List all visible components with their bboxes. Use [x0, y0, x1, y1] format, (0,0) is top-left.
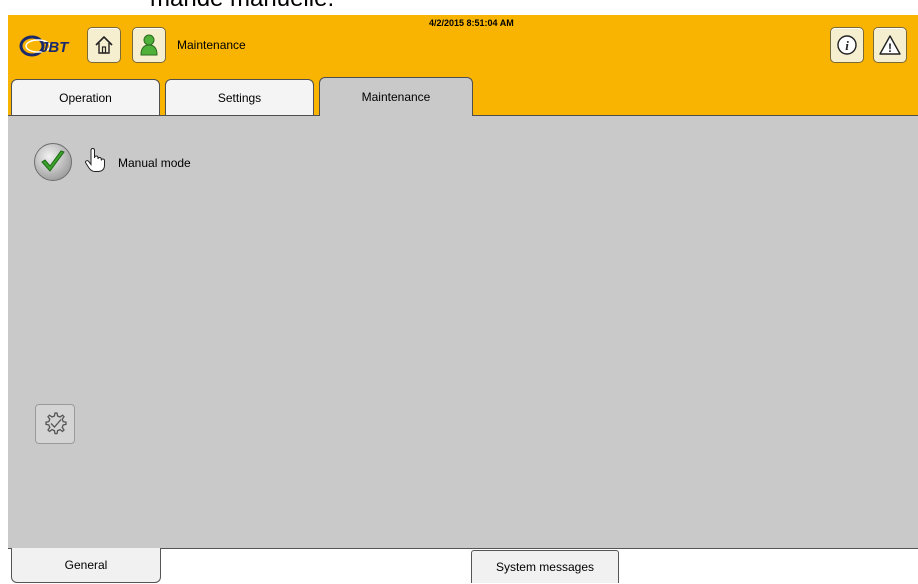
svg-text:i: i: [845, 38, 849, 53]
document-caption: mande manuelle.: [150, 0, 334, 13]
info-icon: i: [837, 35, 857, 55]
hmi-window: JBT Maintenance 4/2/2015 8:51:04 AM i ! …: [8, 15, 918, 584]
home-button[interactable]: [87, 27, 121, 63]
tab-settings[interactable]: Settings: [165, 79, 314, 116]
gear-check-icon: [45, 412, 67, 435]
screen-title: Maintenance: [177, 38, 246, 52]
tab-operation[interactable]: Operation: [11, 79, 160, 116]
hand-pointer-icon: [85, 147, 105, 172]
manual-mode-toggle[interactable]: [33, 142, 73, 182]
bottom-tab-system-messages[interactable]: System messages: [471, 550, 619, 583]
user-icon: [140, 34, 158, 56]
tab-baseline-left: [8, 115, 319, 116]
tab-baseline-right: [473, 115, 918, 116]
svg-text:!: !: [888, 41, 892, 55]
bottom-tab-general[interactable]: General: [11, 548, 161, 583]
settings-gear-button[interactable]: [35, 404, 75, 444]
manual-mode-label: Manual mode: [118, 156, 191, 170]
user-button[interactable]: [132, 27, 166, 63]
header-bar: JBT Maintenance 4/2/2015 8:51:04 AM i ! …: [8, 15, 918, 116]
warning-button[interactable]: !: [873, 27, 907, 63]
info-button[interactable]: i: [830, 27, 864, 63]
tab-maintenance[interactable]: Maintenance: [319, 77, 473, 116]
jbt-logo: JBT: [19, 35, 70, 57]
home-icon: [95, 35, 113, 54]
datetime-display: 4/2/2015 8:51:04 AM: [429, 18, 514, 28]
warning-icon: !: [879, 35, 901, 55]
logo-text: JBT: [40, 39, 70, 56]
